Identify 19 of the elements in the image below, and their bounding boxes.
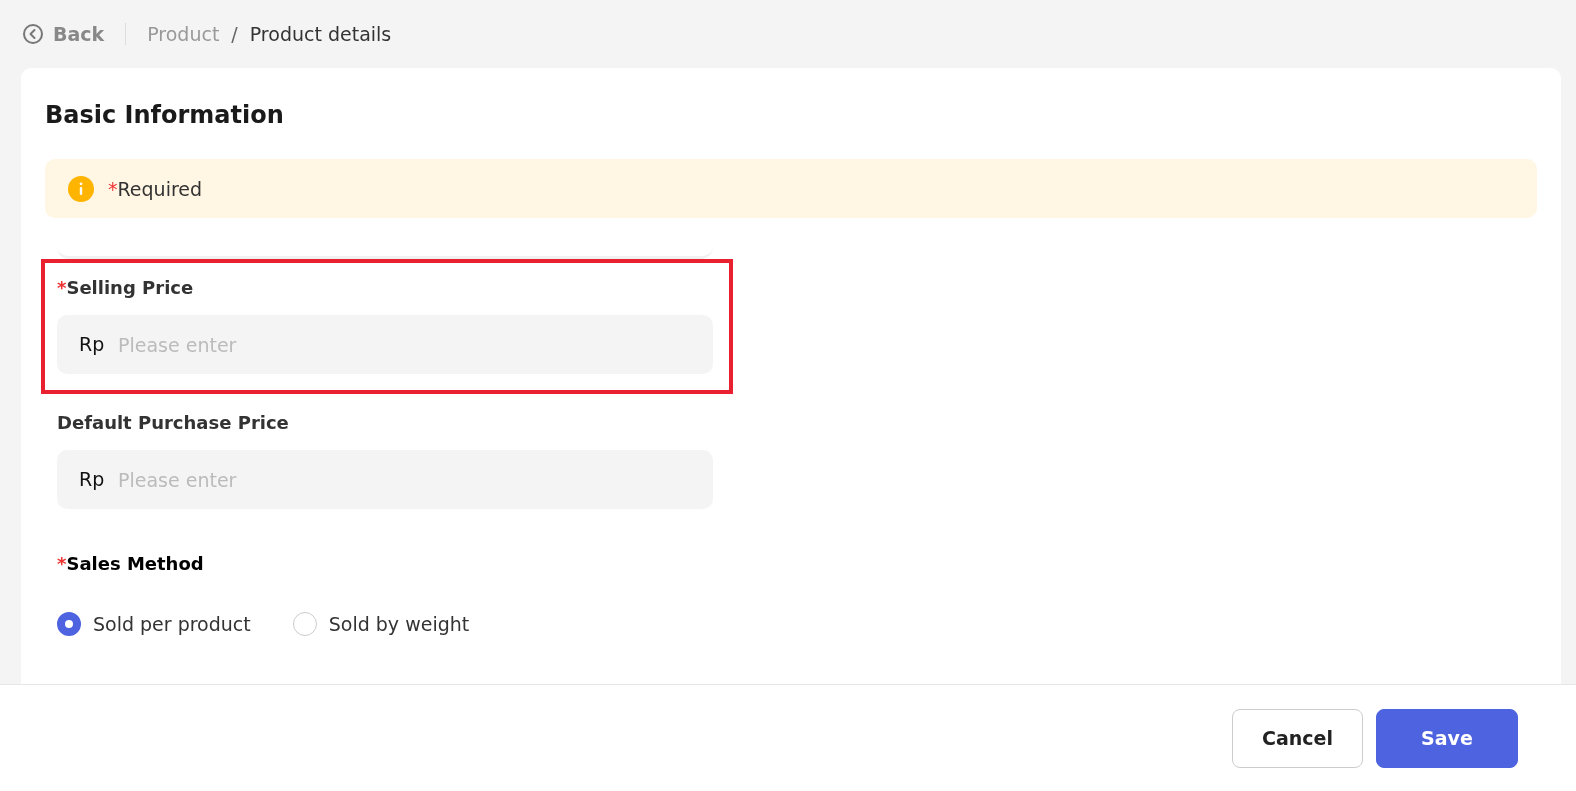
section-title: Basic Information: [45, 101, 285, 129]
currency-prefix: Rp: [79, 468, 105, 490]
currency-prefix: Rp: [79, 333, 105, 355]
radio-option[interactable]: Sold per product: [57, 612, 251, 636]
save-button[interactable]: Save: [1376, 708, 1518, 768]
required-mark: *: [108, 177, 118, 200]
notice-text: Required: [117, 177, 203, 200]
cancel-button[interactable]: Cancel: [1232, 708, 1363, 768]
radio-button[interactable]: [57, 612, 81, 636]
radio-option[interactable]: Sold by weight: [292, 612, 470, 636]
breadcrumb-separator: /: [231, 23, 238, 45]
field-label: Default Purchase Price: [57, 412, 289, 433]
field-label: Selling Price: [66, 277, 194, 298]
required-mark: *: [57, 553, 67, 574]
back-icon: [22, 23, 44, 45]
info-icon: [68, 175, 94, 202]
breadcrumb-item: Product details: [249, 23, 392, 45]
field-label: Sales Method: [66, 553, 204, 574]
required-mark: *: [57, 277, 67, 298]
